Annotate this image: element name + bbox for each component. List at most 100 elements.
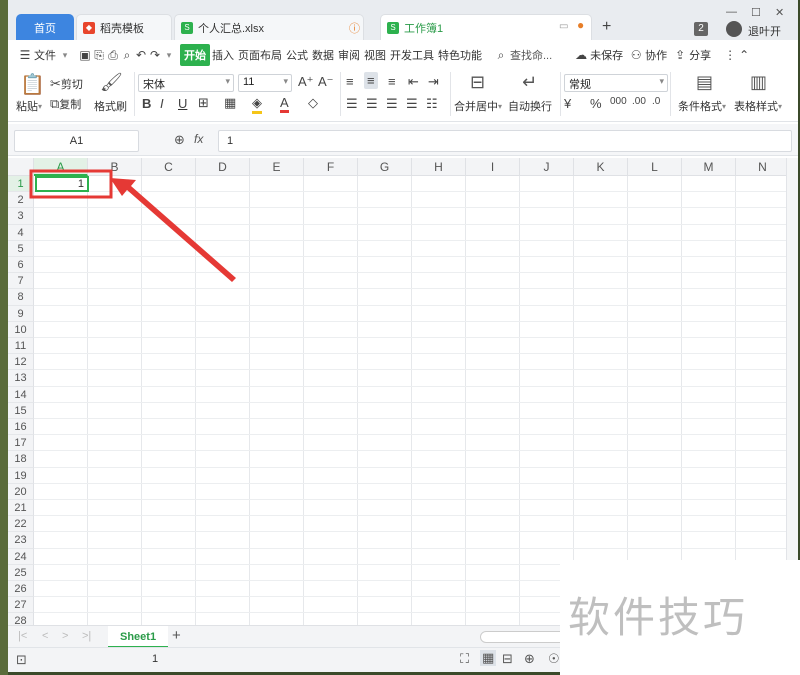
prev-sheet-icon[interactable]: <	[42, 630, 48, 642]
increase-decimal-icon[interactable]: .00	[632, 96, 646, 107]
column-header[interactable]: M	[682, 158, 736, 176]
tab-view[interactable]: 视图	[362, 47, 388, 63]
align-top-icon[interactable]: ≡	[346, 74, 354, 89]
column-header[interactable]: F	[304, 158, 358, 176]
tab-insert[interactable]: 插入	[210, 47, 236, 63]
row-header[interactable]: 12	[8, 354, 34, 371]
column-header[interactable]: D	[196, 158, 250, 176]
tab-start[interactable]: 开始	[180, 44, 210, 66]
wrap-icon[interactable]: ↵	[522, 72, 537, 93]
redo-icon[interactable]: ↷	[148, 48, 162, 62]
wrap-text-button[interactable]: 自动换行	[508, 98, 552, 114]
close-icon[interactable]: ✕	[775, 6, 784, 19]
tab-file[interactable]: S 个人汇总.xlsx ⓘ	[174, 14, 364, 40]
row-header[interactable]: 9	[8, 305, 34, 322]
row-header[interactable]: 14	[8, 386, 34, 403]
export-icon[interactable]: ⎘	[92, 48, 106, 62]
tab-page-layout[interactable]: 页面布局	[236, 47, 284, 63]
preview-icon[interactable]: ⌕	[120, 48, 134, 62]
window-count-badge[interactable]: 2	[694, 22, 708, 36]
indent-decrease-icon[interactable]: ⇤	[408, 74, 419, 90]
row-header[interactable]: 27	[8, 597, 34, 614]
underline-icon[interactable]: U	[178, 96, 187, 111]
currency-icon[interactable]: ¥	[564, 96, 571, 111]
next-sheet-icon[interactable]: >	[62, 630, 68, 642]
row-header[interactable]: 21	[8, 500, 34, 517]
align-left-icon[interactable]: ☰	[346, 96, 358, 112]
unsaved-status[interactable]: 未保存	[588, 47, 625, 63]
merge-icon[interactable]: ⊟	[470, 72, 485, 93]
save-icon[interactable]: ▣	[78, 48, 92, 62]
row-header[interactable]: 28	[8, 613, 34, 625]
border-icon[interactable]: ⊞	[198, 95, 209, 111]
row-header[interactable]: 7	[8, 273, 34, 290]
row-header[interactable]: 26	[8, 581, 34, 598]
add-sheet-button[interactable]: +	[172, 627, 181, 644]
row-header[interactable]: 8	[8, 289, 34, 306]
tab-developer[interactable]: 开发工具	[388, 47, 436, 63]
italic-icon[interactable]: I	[160, 96, 164, 111]
increase-font-icon[interactable]: A⁺	[298, 74, 314, 90]
font-size-select[interactable]: 11	[238, 74, 292, 92]
number-format-select[interactable]: 常规	[564, 74, 668, 92]
font-color-icon[interactable]: A	[280, 95, 289, 113]
tab-data[interactable]: 数据	[310, 47, 336, 63]
tab-template[interactable]: ◆ 稻壳模板	[76, 14, 172, 40]
more-icon[interactable]: ⋮	[723, 48, 737, 62]
avatar[interactable]	[726, 21, 742, 37]
command-search[interactable]: 查找命...	[508, 47, 554, 63]
thousands-icon[interactable]: 000	[610, 96, 627, 107]
maximize-icon[interactable]: ☐	[751, 6, 761, 19]
row-header[interactable]: 11	[8, 338, 34, 355]
tab-review[interactable]: 审阅	[336, 47, 362, 63]
table-style-icon[interactable]: ▥	[750, 72, 767, 93]
tab-home[interactable]: 首页	[16, 14, 74, 40]
select-all-corner[interactable]	[8, 158, 34, 176]
merge-center-button[interactable]: 合并居中 ▾	[454, 98, 502, 114]
column-header[interactable]: L	[628, 158, 682, 176]
indent-increase-icon[interactable]: ⇥	[428, 74, 439, 90]
column-header[interactable]: N	[736, 158, 786, 176]
column-header[interactable]: G	[358, 158, 412, 176]
first-sheet-icon[interactable]: |<	[18, 630, 27, 642]
justify-icon[interactable]: ☰	[406, 96, 418, 112]
row-header[interactable]: 16	[8, 419, 34, 436]
page-break-icon[interactable]: ⊟	[502, 651, 513, 667]
user-name[interactable]: 退叶开	[748, 23, 781, 39]
macro-icon[interactable]: ⊡	[16, 652, 27, 668]
column-header[interactable]: C	[142, 158, 196, 176]
column-header[interactable]: J	[520, 158, 574, 176]
decrease-decimal-icon[interactable]: .0	[652, 96, 660, 107]
row-header[interactable]: 3	[8, 208, 34, 225]
hamburger-icon[interactable]: ☰	[18, 48, 32, 62]
align-middle-icon[interactable]: ≡	[364, 72, 378, 89]
undo-icon[interactable]: ↶	[134, 48, 148, 62]
spreadsheet-grid[interactable]: A B C D E F G H I J K L M N 1 2 3 4 5 6 7 8 9 10 11 12 13 14 15 16 17 1…	[8, 158, 786, 625]
distribute-icon[interactable]: ☷	[426, 96, 438, 112]
chevron-down-icon[interactable]: ▾	[58, 48, 72, 62]
fill-pattern-icon[interactable]: ▦	[224, 95, 236, 111]
cell-a1[interactable]: 1	[35, 176, 89, 192]
last-sheet-icon[interactable]: >|	[82, 630, 91, 642]
copy-button[interactable]: ⧉ 复制	[50, 96, 81, 112]
horizontal-scrollbar[interactable]	[480, 631, 570, 643]
eye-protect-icon[interactable]: ☉	[548, 651, 560, 667]
format-painter-icon[interactable]: 🖌	[100, 72, 123, 93]
fullscreen-icon[interactable]: ⛶	[460, 651, 469, 667]
column-header[interactable]: K	[574, 158, 628, 176]
formula-input[interactable]: 1	[218, 130, 792, 152]
decrease-font-icon[interactable]: A⁻	[318, 74, 334, 90]
row-header[interactable]: 10	[8, 321, 34, 338]
table-style-button[interactable]: 表格样式 ▾	[734, 98, 782, 114]
row-header[interactable]: 4	[8, 224, 34, 241]
fx-icon[interactable]: fx	[194, 132, 203, 146]
zoom-search-icon[interactable]: ⊕	[174, 132, 185, 148]
row-header[interactable]: 20	[8, 483, 34, 500]
row-header[interactable]: 23	[8, 532, 34, 549]
cut-button[interactable]: ✂ 剪切	[50, 76, 83, 92]
row-header[interactable]: 1	[8, 176, 34, 193]
chevron-down-icon[interactable]: ▾	[162, 48, 176, 62]
row-header[interactable]: 18	[8, 451, 34, 468]
row-header[interactable]: 22	[8, 516, 34, 533]
percent-icon[interactable]: %	[590, 96, 602, 111]
